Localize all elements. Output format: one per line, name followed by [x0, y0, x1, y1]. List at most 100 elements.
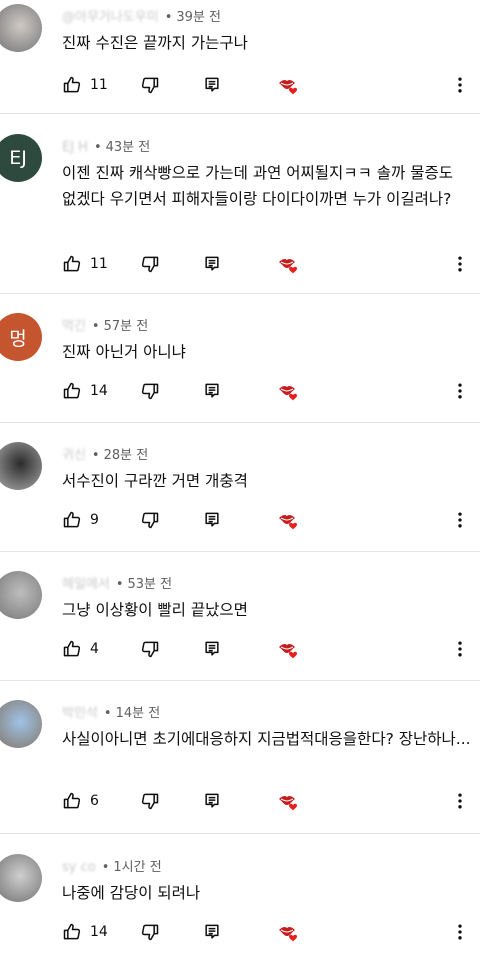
creator-heart-icon — [276, 791, 302, 815]
meta-separator: • — [103, 706, 112, 721]
more-options-button[interactable] — [450, 75, 470, 99]
reply-button[interactable] — [202, 254, 222, 274]
comment-time: 57분 전 — [103, 319, 149, 334]
dislike-button[interactable] — [140, 639, 160, 659]
avatar[interactable] — [0, 854, 42, 902]
creator-heart-icon — [276, 254, 302, 278]
creator-heart-badge — [276, 510, 302, 534]
creator-heart-icon — [276, 639, 302, 663]
like-button[interactable]: 9 — [62, 510, 99, 530]
reply-button[interactable] — [202, 75, 222, 95]
like-button[interactable]: 14 — [62, 922, 108, 942]
more-options-button[interactable] — [450, 381, 470, 405]
reply-button[interactable] — [202, 510, 222, 530]
meta-separator: • — [101, 860, 110, 875]
meta-separator: • — [164, 10, 173, 25]
comment-text: 진짜 수진은 끝까지 가는구나 — [62, 34, 248, 52]
thumbs-up-icon — [62, 381, 82, 401]
author-name[interactable]: 귀신 — [62, 448, 86, 463]
avatar[interactable]: EJ — [0, 134, 42, 182]
reply-button[interactable] — [202, 639, 222, 659]
thumbs-up-icon — [62, 254, 82, 274]
more-options-button[interactable] — [450, 510, 470, 534]
reply-icon — [202, 254, 222, 274]
more-options-button[interactable] — [450, 791, 470, 815]
thumbs-up-icon — [62, 639, 82, 659]
more-options-button[interactable] — [450, 639, 470, 663]
avatar[interactable] — [0, 700, 42, 748]
comment-text: 사실이아니면 초기에대응하지 지금법적대응을한다? 장난하나... — [62, 730, 471, 748]
creator-heart-icon — [276, 381, 302, 405]
comment-divider — [0, 113, 480, 114]
like-count: 11 — [90, 256, 108, 272]
author-name[interactable]: @아무거나도우미 — [62, 10, 159, 25]
author-name[interactable]: EJ H — [62, 140, 88, 155]
like-button[interactable]: 6 — [62, 791, 99, 811]
like-button[interactable]: 11 — [62, 254, 108, 274]
creator-heart-icon — [276, 75, 302, 99]
reply-icon — [202, 639, 222, 659]
comment-divider — [0, 680, 480, 681]
comment-text: 진짜 아닌거 아니냐 — [62, 343, 186, 361]
meta-separator: • — [115, 577, 124, 592]
more-vert-icon — [450, 256, 470, 278]
creator-heart-badge — [276, 254, 302, 278]
reply-button[interactable] — [202, 381, 222, 401]
comment-time: 28분 전 — [103, 448, 149, 463]
author-name[interactable]: 헤일에서 — [62, 577, 110, 592]
comment-time: 14분 전 — [115, 706, 161, 721]
dislike-button[interactable] — [140, 75, 160, 95]
reply-button[interactable] — [202, 791, 222, 811]
reply-icon — [202, 922, 222, 942]
thumbs-down-icon — [140, 75, 160, 95]
more-options-button[interactable] — [450, 254, 470, 278]
thumbs-down-icon — [140, 922, 160, 942]
creator-heart-badge — [276, 639, 302, 663]
avatar[interactable] — [0, 4, 42, 52]
comment-divider — [0, 833, 480, 834]
comment-time: 53분 전 — [127, 577, 173, 592]
comment-text: 이젠 진짜 캐삭빵으로 가는데 과연 어찌될지ㅋㅋ 솔까 물증도 없겠다 우기면… — [62, 164, 453, 208]
comment-list: @아무거나도우미 • 39분 전 진짜 수진은 끝까지 가는구나 11 EJ EJ H • 43… — [0, 0, 480, 956]
comment-meta: 귀신 • 28분 전 — [62, 444, 148, 463]
creator-heart-icon — [276, 510, 302, 534]
like-button[interactable]: 4 — [62, 639, 99, 659]
dislike-button[interactable] — [140, 254, 160, 274]
comment-meta: 먹긴 • 57분 전 — [62, 315, 148, 334]
avatar-initials: EJ — [9, 147, 27, 169]
more-options-button[interactable] — [450, 922, 470, 946]
like-count: 11 — [90, 77, 108, 93]
author-name[interactable]: 박민석 — [62, 706, 98, 721]
reply-button[interactable] — [202, 922, 222, 942]
creator-heart-icon — [276, 922, 302, 946]
thumbs-up-icon — [62, 791, 82, 811]
like-count: 14 — [90, 383, 108, 399]
dislike-button[interactable] — [140, 922, 160, 942]
creator-heart-badge — [276, 922, 302, 946]
author-name[interactable]: sy co — [62, 860, 96, 875]
thumbs-down-icon — [140, 639, 160, 659]
dislike-button[interactable] — [140, 381, 160, 401]
creator-heart-badge — [276, 75, 302, 99]
like-button[interactable]: 14 — [62, 381, 108, 401]
more-vert-icon — [450, 924, 470, 946]
creator-heart-badge — [276, 791, 302, 815]
like-count: 4 — [90, 641, 99, 657]
avatar[interactable] — [0, 442, 42, 490]
dislike-button[interactable] — [140, 510, 160, 530]
comment-time: 43분 전 — [105, 140, 151, 155]
comment-meta: 헤일에서 • 53분 전 — [62, 573, 172, 592]
more-vert-icon — [450, 512, 470, 534]
thumbs-down-icon — [140, 254, 160, 274]
dislike-button[interactable] — [140, 791, 160, 811]
comment-text: 나중에 감당이 되려나 — [62, 884, 201, 902]
comment-meta: sy co • 1시간 전 — [62, 856, 162, 875]
comment-meta: 박민석 • 14분 전 — [62, 702, 160, 721]
more-vert-icon — [450, 383, 470, 405]
avatar[interactable] — [0, 571, 42, 619]
avatar[interactable]: 멍 — [0, 313, 42, 361]
reply-icon — [202, 381, 222, 401]
thumbs-up-icon — [62, 510, 82, 530]
author-name[interactable]: 먹긴 — [62, 319, 86, 334]
like-button[interactable]: 11 — [62, 75, 108, 95]
